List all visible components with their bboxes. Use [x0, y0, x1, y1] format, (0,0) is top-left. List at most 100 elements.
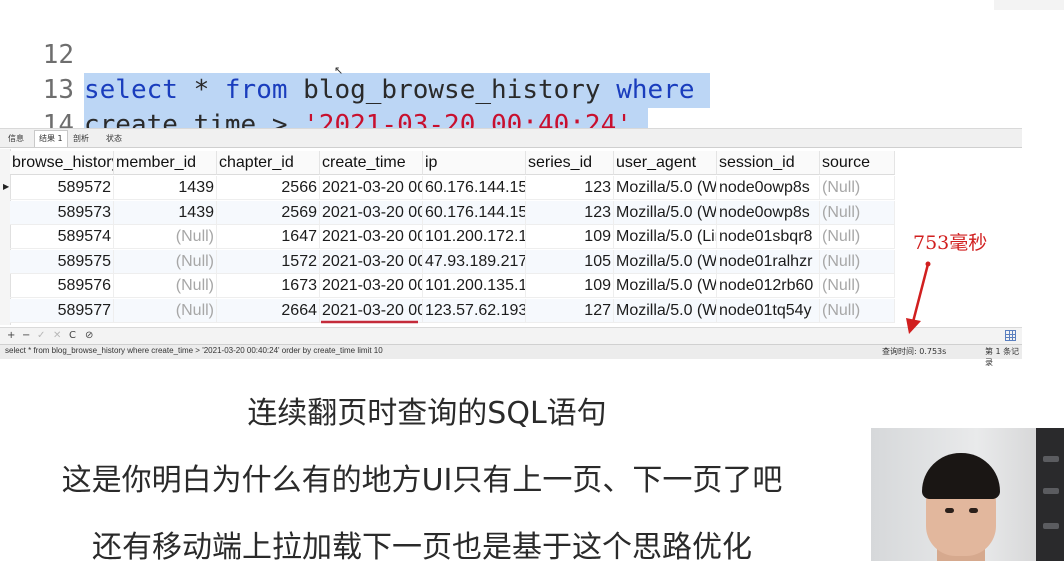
code-token: from [224, 75, 288, 105]
column-header-browse-history-id[interactable]: browse_history_id [10, 151, 114, 175]
cell-create-time[interactable]: 2021-03-20 00:40:26 [320, 225, 423, 250]
cell-session-id[interactable]: node0owp8s [717, 200, 820, 225]
cell-ip[interactable]: 47.93.189.217 [423, 249, 526, 274]
code-line-13[interactable]: 13 create_time > '2021-03-20 00:40:24' [0, 38, 648, 128]
cell-browse-history-id[interactable]: 589576 [10, 274, 114, 299]
cell-member-id[interactable]: (Null) [114, 225, 217, 250]
code-token: where [616, 75, 695, 105]
cell-session-id[interactable]: node01ralhzr [717, 249, 820, 274]
cell-browse-history-id[interactable]: 589573 [10, 200, 114, 225]
cell-member-id[interactable]: 1439 [114, 200, 217, 225]
cell-source[interactable]: (Null) [820, 225, 895, 250]
column-header-chapter-id[interactable]: chapter_id [217, 151, 320, 175]
cell-user-agent[interactable]: Mozilla/5.0 (Linux [614, 225, 717, 250]
refresh-icon[interactable]: C [69, 328, 76, 344]
code-token: create_time > [84, 110, 304, 128]
cell-chapter-id[interactable]: 1647 [217, 225, 320, 250]
cell-series-id[interactable]: 105 [526, 249, 614, 274]
add-row-icon[interactable]: + [7, 328, 15, 344]
cell-create-time[interactable]: 2021-03-20 00:40:27 [320, 299, 423, 323]
cell-session-id[interactable]: node0owp8s [717, 176, 820, 200]
result-grid[interactable]: ▶ browse_history_idmember_idchapter_idcr… [0, 149, 1022, 325]
cell-browse-history-id[interactable]: 589574 [10, 225, 114, 250]
tab-status[interactable]: 状态 [102, 131, 126, 147]
cell-browse-history-id[interactable]: 589577 [10, 299, 114, 323]
code-text[interactable]: create_time > '2021-03-20 00:40:24' [84, 108, 648, 128]
cell-series-id[interactable]: 123 [526, 176, 614, 200]
subtitle-line-2: 这是你明白为什么有的地方UI只有上一页、下一页了吧 [61, 463, 783, 498]
cell-session-id[interactable]: node01tq54y [717, 299, 820, 323]
cell-session-id[interactable]: node012rb60 [717, 274, 820, 299]
cell-series-id[interactable]: 109 [526, 274, 614, 299]
column-header-series-id[interactable]: series_id [526, 151, 614, 175]
cell-ip[interactable]: 123.57.62.193 [423, 299, 526, 323]
cell-member-id[interactable]: 1439 [114, 176, 217, 200]
record-position: 第 1 条记录 [985, 347, 1020, 367]
cell-source[interactable]: (Null) [820, 274, 895, 299]
column-header-user-agent[interactable]: user_agent [614, 151, 717, 175]
cell-user-agent[interactable]: Mozilla/5.0 (Windows [614, 200, 717, 225]
cell-chapter-id[interactable]: 2566 [217, 176, 320, 200]
presenter-eye-right [969, 508, 978, 513]
status-bar: select * from blog_browse_history where … [0, 344, 1022, 367]
cell-chapter-id[interactable]: 2569 [217, 200, 320, 225]
subtitle-line-3: 还有移动端上拉加载下一页也是基于这个思路优化 [92, 530, 752, 565]
cell-member-id[interactable]: (Null) [114, 249, 217, 274]
cell-source[interactable]: (Null) [820, 299, 895, 323]
cell-source[interactable]: (Null) [820, 176, 895, 200]
tab-info[interactable]: 信息 [4, 131, 28, 147]
cell-series-id[interactable]: 123 [526, 200, 614, 225]
status-sql-text: select * from blog_browse_history where … [5, 346, 383, 355]
cell-series-id[interactable]: 109 [526, 225, 614, 250]
column-header-member-id[interactable]: member_id [114, 151, 217, 175]
cell-user-agent[interactable]: Mozilla/5.0 (Windows [614, 176, 717, 200]
cell-series-id[interactable]: 127 [526, 299, 614, 323]
cell-chapter-id[interactable]: 1572 [217, 249, 320, 274]
code-token: blog_browse_history [287, 75, 617, 105]
code-token: * [177, 75, 225, 105]
column-header-session-id[interactable]: session_id [717, 151, 820, 175]
tab-profile[interactable]: 剖析 [69, 131, 93, 147]
code-text[interactable]: select * from blog_browse_history where [84, 73, 711, 108]
cell-create-time[interactable]: 2021-03-20 00:40:27 [320, 274, 423, 299]
delete-row-icon[interactable]: − [22, 328, 30, 344]
discard-icon[interactable]: ✕ [53, 328, 61, 344]
apply-icon[interactable]: ✓ [37, 328, 45, 344]
cell-create-time[interactable]: 2021-03-20 00:40:26 [320, 249, 423, 274]
sql-editor[interactable]: 12 select * from blog_browse_history whe… [0, 0, 1064, 128]
code-token: select [84, 75, 178, 105]
cell-browse-history-id[interactable]: 589575 [10, 249, 114, 274]
cell-ip[interactable]: 60.176.144.154 [423, 176, 526, 200]
tab-result-1[interactable]: 结果 1 [34, 130, 68, 147]
cell-browse-history-id[interactable]: 589572 [10, 176, 114, 200]
cell-ip[interactable]: 101.200.135.17 [423, 274, 526, 299]
cell-member-id[interactable]: (Null) [114, 274, 217, 299]
cell-source[interactable]: (Null) [820, 200, 895, 225]
current-row-arrow-icon: ▶ [3, 182, 10, 191]
webcam-overlay [871, 428, 1064, 561]
cell-user-agent[interactable]: Mozilla/5.0 (Windows [614, 299, 717, 323]
cell-chapter-id[interactable]: 2664 [217, 299, 320, 323]
cell-create-time[interactable]: 2021-03-20 00:40:25 [320, 200, 423, 225]
grid-view-icon[interactable] [1005, 330, 1016, 341]
column-header-source[interactable]: source [820, 151, 895, 175]
cell-member-id[interactable]: (Null) [114, 299, 217, 323]
cell-ip[interactable]: 60.176.144.154 [423, 200, 526, 225]
code-line-14[interactable]: 14 order by create_time limit 10; [0, 73, 74, 128]
corner-overlay [994, 0, 1064, 10]
cell-ip[interactable]: 101.200.172.13 [423, 225, 526, 250]
cell-session-id[interactable]: node01sbqr8 [717, 225, 820, 250]
cell-create-time[interactable]: 2021-03-20 00:40:25 [320, 176, 423, 200]
code-line-12[interactable]: 12 select * from blog_browse_history whe… [0, 3, 711, 108]
mouse-cursor-icon: ↖ [334, 64, 344, 77]
cell-source[interactable]: (Null) [820, 249, 895, 274]
column-header-create-time[interactable]: create_time [320, 151, 423, 175]
cell-chapter-id[interactable]: 1673 [217, 274, 320, 299]
cell-user-agent[interactable]: Mozilla/5.0 (Windows [614, 274, 717, 299]
cell-user-agent[interactable]: Mozilla/5.0 (Windows [614, 249, 717, 274]
code-line-15[interactable]: 15 [0, 108, 63, 128]
column-header-ip[interactable]: ip [423, 151, 526, 175]
stop-icon[interactable]: ⊘ [85, 328, 93, 344]
